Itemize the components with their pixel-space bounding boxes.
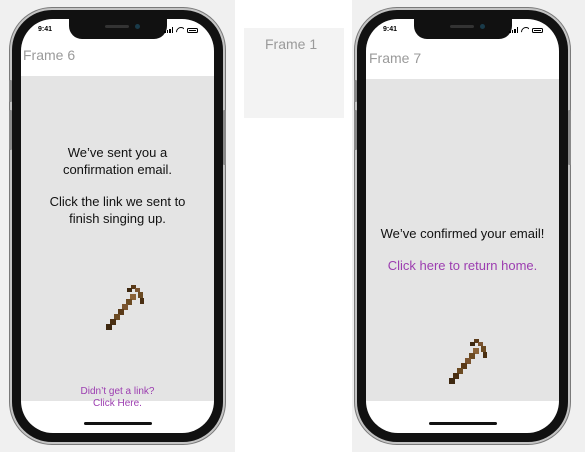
frame-1-label: Frame 1 (265, 36, 318, 52)
home-indicator (83, 422, 152, 425)
signal-icon (164, 27, 173, 33)
side-button (568, 110, 571, 165)
phone-frame-6: 9:41 We’ve sent you a confirmation email… (9, 10, 226, 442)
status-time: 9:41 (38, 26, 53, 33)
pickaxe-icon (106, 285, 144, 330)
side-button (354, 80, 357, 102)
home-indicator (428, 422, 497, 425)
resend-link[interactable]: Didn’t get a link? (21, 386, 214, 398)
status-icons (509, 27, 543, 33)
click-here-link[interactable]: Click Here. (21, 398, 214, 410)
side-button (9, 80, 12, 102)
content-area: We’ve sent you a confirmation email. Cli… (21, 76, 214, 409)
message-line: finish singing up. (69, 211, 166, 226)
signal-icon (509, 27, 518, 33)
confirmed-message: We’ve confirmed your email! (380, 226, 545, 241)
status-icons (164, 27, 198, 33)
message-line: We’ve sent you a (67, 145, 168, 160)
side-button (9, 110, 12, 150)
status-time: 9:41 (383, 26, 398, 33)
side-button (223, 110, 226, 165)
frame-7-label: Frame 7 (369, 50, 422, 66)
pickaxe-icon (449, 339, 487, 384)
frame-6-label: Frame 6 (23, 47, 76, 63)
content-area: We’ve confirmed your email! Click here t… (366, 79, 559, 401)
battery-icon (187, 28, 198, 33)
message-line: Click the link we sent to (49, 194, 186, 209)
wifi-icon (176, 27, 184, 33)
notch (68, 19, 167, 39)
notch (413, 19, 512, 39)
return-home-link[interactable]: Click here to return home. (366, 257, 559, 274)
screen: 9:41 We’ve sent you a confirmation email… (21, 19, 214, 433)
battery-icon (532, 28, 543, 33)
message-line: confirmation email. (62, 162, 173, 177)
wifi-icon (521, 27, 529, 33)
phone-frame-7: 9:41 We’ve confirmed your email! Click h… (354, 10, 571, 442)
screen: 9:41 We’ve confirmed your email! Click h… (366, 19, 559, 433)
side-button (354, 110, 357, 150)
